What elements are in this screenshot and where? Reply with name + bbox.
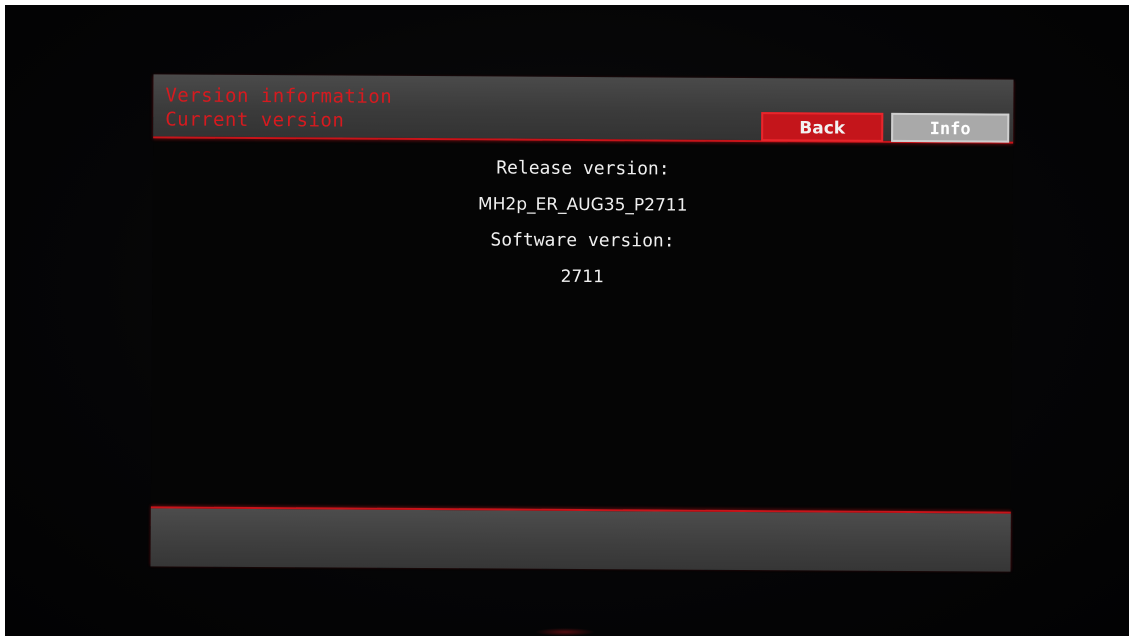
photo-frame: Version information Current version Back… [5, 5, 1129, 636]
back-button[interactable]: Back [761, 112, 884, 142]
header-bar: Version information Current version Back… [153, 74, 1014, 144]
release-version-label: Release version: [496, 157, 670, 180]
page-subtitle: Current version [165, 108, 345, 132]
software-version-value: 2711 [560, 266, 604, 288]
footer-bar [150, 506, 1011, 572]
infotainment-screen: Version information Current version Back… [150, 74, 1014, 574]
version-info-panel: Release version: MH2p_ER_AUG35_P2711 Sof… [152, 148, 1013, 297]
software-version-label: Software version: [490, 229, 675, 252]
info-button[interactable]: Info [891, 112, 1010, 143]
page-title: Version information [165, 84, 393, 108]
red-light-reflection [535, 628, 595, 636]
release-version-value: MH2p_ER_AUG35_P2711 [477, 194, 688, 216]
